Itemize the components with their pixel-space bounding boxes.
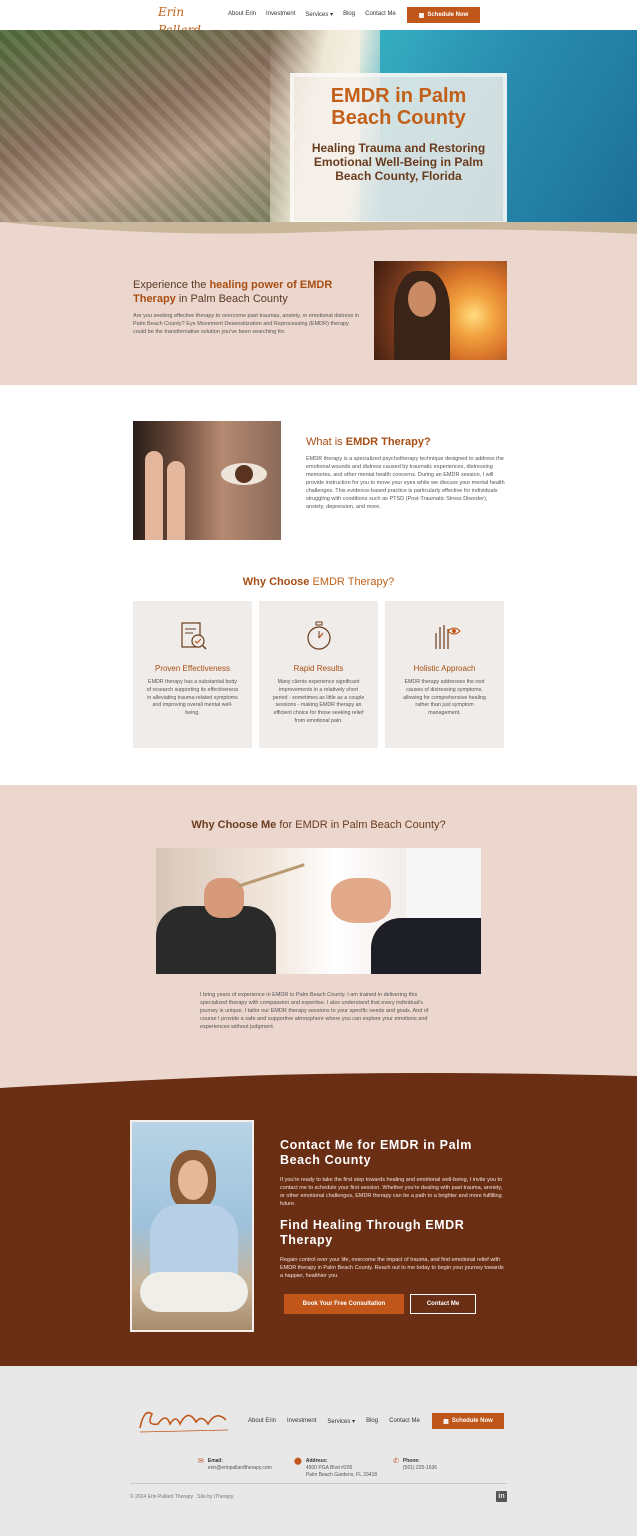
therapist-portrait <box>130 1120 254 1332</box>
why-title-post: EMDR Therapy? <box>309 576 395 588</box>
emdr-title-bold: EMDR Therapy? <box>345 436 431 448</box>
eye-fingers-photo <box>133 421 281 540</box>
photo-iris <box>235 465 253 483</box>
nav-item-services[interactable]: Services ▾ <box>305 11 333 18</box>
photo-shirt <box>406 848 481 928</box>
address-line-1: 4500 PGA Blvd #205 <box>305 1465 353 1471</box>
footer-nav-blog[interactable]: Blog <box>366 1418 378 1425</box>
nav-item-contact[interactable]: Contact Me <box>365 11 396 18</box>
card-text: EMDR therapy has a substantial body of r… <box>146 679 239 717</box>
card-title: Holistic Approach <box>413 664 476 673</box>
nav-item-investment[interactable]: Investment <box>266 11 295 18</box>
card-text: Many clients experience significant impr… <box>272 679 365 724</box>
footer-nav-investment[interactable]: Investment <box>287 1418 316 1425</box>
site-header: Erin Pallard About Erin Investment Servi… <box>0 0 637 37</box>
footer-phone: ✆ Phone: (561) 225-1636 <box>393 1458 437 1472</box>
chevron-down-icon: ▾ <box>352 1419 356 1425</box>
photo-face <box>408 281 436 317</box>
footer-nav-about[interactable]: About Erin <box>248 1418 276 1425</box>
hero-title: EMDR in Palm Beach County <box>330 85 467 129</box>
why-me-title-bold: Why Choose Me <box>191 819 277 831</box>
contact-wave-divider <box>0 1070 637 1088</box>
schedule-now-label: Schedule Now <box>427 12 469 18</box>
calendar-icon: ▦ <box>418 12 425 19</box>
book-consultation-button[interactable]: Book Your Free Consultation <box>284 1294 404 1314</box>
emdr-text: EMDR therapy is a specialized psychother… <box>306 456 505 510</box>
phone-label: Phone: <box>402 1458 420 1464</box>
why-me-title: Why Choose Me for EMDR in Palm Beach Cou… <box>0 819 637 831</box>
email-label: Email: <box>207 1458 223 1464</box>
site-logo[interactable]: Erin Pallard <box>158 3 218 37</box>
chevron-down-icon: ▾ <box>330 12 334 18</box>
footer-schedule-now-label: Schedule Now <box>451 1418 493 1424</box>
contact-me-button[interactable]: Contact Me <box>410 1294 476 1314</box>
footer-address: ⬤ Address: 4500 PGA Blvd #205 Palm Beach G… <box>294 1458 377 1479</box>
healing-text: Regain control over your life, overcome … <box>280 1257 504 1279</box>
hand-eye-icon <box>434 625 461 649</box>
phone-icon: ✆ <box>393 1458 399 1465</box>
linkedin-icon[interactable]: in <box>496 1491 507 1502</box>
footer-nav-services[interactable]: Services ▾ <box>327 1418 355 1425</box>
emdr-title-pre: What is <box>306 436 346 448</box>
contact-title: Contact Me for EMDR in Palm Beach County <box>280 1138 472 1167</box>
photo-legs-right <box>371 918 481 974</box>
benefit-card-rapid: Rapid Results Many clients experience si… <box>259 601 378 748</box>
map-pin-icon: ⬤ <box>294 1458 302 1465</box>
experience-title-pre: Experience the <box>133 279 210 291</box>
card-title: Rapid Results <box>293 664 344 673</box>
hero-title-box: EMDR in Palm Beach County Healing Trauma… <box>290 73 507 225</box>
card-title: Proven Effectiveness <box>154 664 230 673</box>
footer-logo-script <box>139 1411 229 1433</box>
nav-services-label: Services <box>305 12 329 18</box>
stopwatch-icon <box>306 621 331 650</box>
footer-logo[interactable] <box>136 1404 232 1440</box>
envelope-icon: ✉ <box>198 1458 204 1465</box>
hero-wave-divider <box>0 222 637 234</box>
photo-pen <box>237 863 305 888</box>
hero-subtitle: Healing Trauma and Restoring Emotional W… <box>311 141 486 183</box>
photo-finger-1 <box>145 451 163 540</box>
why-choose-title: Why Choose EMDR Therapy? <box>0 576 637 588</box>
card-text: EMDR therapy addresses the root causes o… <box>403 679 486 717</box>
sunset-woman-photo <box>374 261 507 360</box>
why-me-text: I bring years of experience in EMDR to P… <box>200 992 429 1030</box>
healing-title: Find Healing Through EMDR Therapy <box>280 1218 465 1247</box>
research-document-icon <box>180 622 207 650</box>
calendar-icon: ▦ <box>443 1418 449 1425</box>
email-link[interactable]: erin@erinpallardtherapy.com <box>208 1465 272 1471</box>
portrait-face <box>178 1160 208 1200</box>
contact-text: If you're ready to take the first step t… <box>280 1177 503 1207</box>
why-me-title-post: for EMDR in Palm Beach County? <box>276 819 446 831</box>
footer-nav-services-label: Services <box>327 1419 351 1425</box>
phone-link[interactable]: (561) 225-1636 <box>403 1465 437 1471</box>
footer-divider <box>130 1483 507 1484</box>
experience-text: Are you seeking effective therapy to ove… <box>133 313 360 335</box>
footer-nav: About Erin Investment Services ▾ Blog Co… <box>248 1418 420 1425</box>
experience-title: Experience the healing power of EMDR The… <box>133 278 353 306</box>
experience-title-post: in Palm Beach County <box>175 293 288 305</box>
site-footer <box>0 1366 637 1536</box>
footer-email: ✉ Email: erin@erinpallardtherapy.com <box>198 1458 272 1472</box>
photo-finger-2 <box>167 461 185 540</box>
footer-schedule-now-button[interactable]: ▦ Schedule Now <box>432 1413 504 1429</box>
hero-banner: EMDR in Palm Beach County Healing Trauma… <box>0 30 637 235</box>
portrait-legs <box>140 1272 248 1312</box>
nav-item-about[interactable]: About Erin <box>228 11 256 18</box>
benefit-card-holistic: Holistic Approach EMDR therapy addresses… <box>385 601 504 748</box>
address-line-2: Palm Beach Gardens, FL 33418 <box>305 1472 378 1478</box>
main-nav: About Erin Investment Services ▾ Blog Co… <box>228 11 396 18</box>
schedule-now-button[interactable]: ▦ Schedule Now <box>407 7 480 23</box>
therapy-session-photo <box>156 848 481 974</box>
benefit-card-effectiveness: Proven Effectiveness EMDR therapy has a … <box>133 601 252 748</box>
address-label: Address: <box>305 1458 328 1464</box>
nav-item-blog[interactable]: Blog <box>343 11 355 18</box>
why-title-bold: Why Choose <box>242 576 310 588</box>
copyright-text: © 2024 Erin Pallard Therapy . Site by iT… <box>130 1494 235 1500</box>
photo-hands-clasped <box>331 878 391 923</box>
emdr-title: What is EMDR Therapy? <box>306 436 431 448</box>
footer-nav-contact[interactable]: Contact Me <box>389 1418 420 1425</box>
